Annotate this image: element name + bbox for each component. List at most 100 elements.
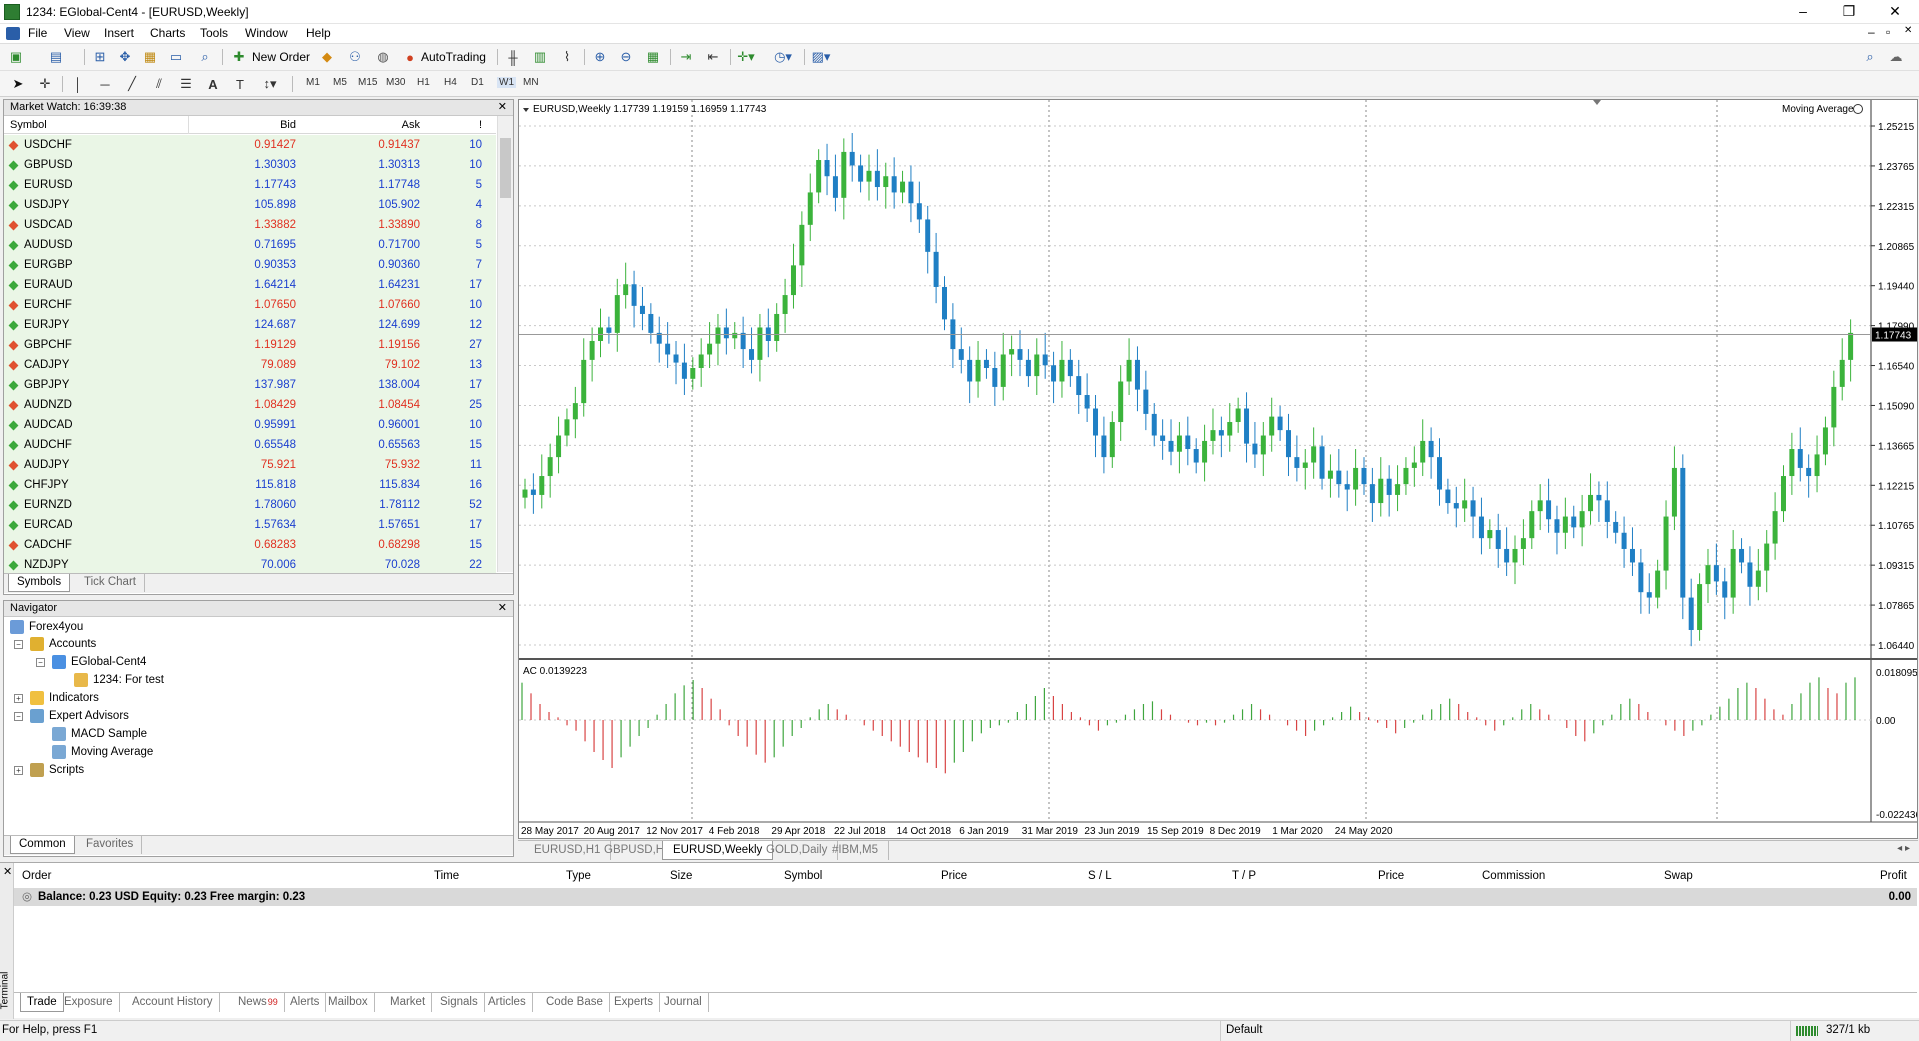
market-watch-row[interactable]: USDJPY 105.898 105.902 4 [4, 195, 496, 215]
terminal-tab[interactable]: Market [384, 993, 433, 1012]
market-watch-row[interactable]: USDCAD 1.33882 1.33890 8 [4, 215, 496, 235]
text-icon[interactable]: A [203, 75, 223, 93]
timeframe-d1[interactable]: D1 [471, 77, 484, 88]
market-watch-row[interactable]: EURUSD 1.17743 1.17748 5 [4, 175, 496, 195]
col-symbol[interactable]: Symbol [784, 870, 822, 882]
data-window-icon[interactable]: ✥ [115, 48, 135, 66]
periods-icon[interactable]: ◷▾ [773, 48, 793, 66]
nav-ea-macd[interactable]: MACD Sample [52, 727, 147, 741]
terminal-close-icon[interactable]: ✕ [3, 865, 12, 878]
navigator-close-icon[interactable]: ✕ [498, 601, 507, 616]
market-watch-row[interactable]: CADCHF 0.68283 0.68298 15 [4, 535, 496, 555]
strategy-tester-icon[interactable]: ⌕ [195, 48, 215, 66]
horizontal-line-icon[interactable]: ─ [95, 75, 115, 93]
timeframe-w1[interactable]: W1 [497, 77, 516, 88]
maximize-button[interactable]: ❐ [1826, 0, 1872, 24]
autotrading-icon[interactable]: ● [400, 48, 420, 66]
menu-insert[interactable]: Insert [104, 26, 134, 40]
terminal-tab[interactable]: Signals [434, 993, 485, 1012]
child-minimize-button[interactable]: – [1868, 25, 1875, 39]
tab-symbols[interactable]: Symbols [8, 574, 71, 592]
market-watch-row[interactable]: EURJPY 124.687 124.699 12 [4, 315, 496, 335]
terminal-tab[interactable]: Experts [608, 993, 660, 1012]
nav-account[interactable]: 1234: For test [74, 673, 164, 687]
market-watch-row[interactable]: EURNZD 1.78060 1.78112 52 [4, 495, 496, 515]
child-close-button[interactable]: ✕ [1904, 25, 1912, 36]
menu-view[interactable]: View [64, 26, 90, 40]
terminal-tab[interactable]: Journal [658, 993, 709, 1012]
chart-tab-scroll-icon[interactable]: ◂ ▸ [1897, 843, 1910, 854]
menu-charts[interactable]: Charts [150, 26, 185, 40]
expand-scripts-icon[interactable]: + [14, 766, 23, 775]
close-button[interactable]: ✕ [1872, 0, 1918, 24]
col-time[interactable]: Time [434, 870, 459, 882]
vertical-line-icon[interactable]: │ [68, 75, 88, 93]
trendline-icon[interactable]: ╱ [122, 75, 142, 93]
chat-icon[interactable]: ☁ [1886, 48, 1906, 66]
col-commission[interactable]: Commission [1482, 870, 1545, 882]
signals-icon[interactable]: ⚇ [345, 48, 365, 66]
timeframe-mn[interactable]: MN [523, 77, 539, 88]
collapse-server-icon[interactable]: − [36, 658, 45, 667]
chart-tab[interactable]: #IBM,M5 [822, 841, 890, 860]
nav-server[interactable]: EGlobal-Cent4 [52, 655, 146, 669]
terminal-tab[interactable]: Articles [482, 993, 533, 1012]
col-order[interactable]: Order [22, 870, 51, 882]
market-watch-row[interactable]: AUDCAD 0.95991 0.96001 10 [4, 415, 496, 435]
terminal-tab[interactable]: Mailbox [322, 993, 375, 1012]
column-symbol[interactable]: Symbol [10, 119, 47, 131]
timeframe-m1[interactable]: M1 [306, 77, 320, 88]
cursor-icon[interactable]: ➤ [8, 75, 28, 93]
new-chart-icon[interactable]: ▣ [6, 48, 26, 66]
market-watch-row[interactable]: NZDJPY 70.006 70.028 22 [4, 555, 496, 575]
market-watch-row[interactable]: AUDUSD 0.71695 0.71700 5 [4, 235, 496, 255]
market-watch-row[interactable]: EURCHF 1.07650 1.07660 10 [4, 295, 496, 315]
terminal-icon[interactable]: ▭ [166, 48, 186, 66]
terminal-tab[interactable]: Account History [126, 993, 220, 1012]
balance-row[interactable]: ◎ Balance: 0.23 USD Equity: 0.23 Free ma… [14, 888, 1917, 906]
collapse-experts-icon[interactable]: − [14, 712, 23, 721]
eurusd-weekly-chart[interactable]: 1.252151.237651.223151.208651.194401.179… [519, 100, 1919, 838]
column-bid[interactable]: Bid [280, 119, 296, 131]
terminal-tab[interactable]: Code Base [540, 993, 610, 1012]
nav-root[interactable]: Forex4you [10, 620, 83, 634]
timeframe-h1[interactable]: H1 [417, 77, 430, 88]
column-spread[interactable]: ! [479, 119, 482, 131]
market-watch-row[interactable]: AUDJPY 75.921 75.932 11 [4, 455, 496, 475]
timeframe-m15[interactable]: M15 [358, 77, 377, 88]
menu-window[interactable]: Window [245, 26, 288, 40]
minimize-button[interactable]: – [1780, 0, 1826, 24]
vps-icon[interactable]: ◍ [373, 48, 393, 66]
fibonacci-icon[interactable]: ☰ [176, 75, 196, 93]
chart-window[interactable]: 1.25215 1.23765 1.22315 1.20865 1.19440 1.179… [518, 99, 1919, 839]
nav-expert-advisors[interactable]: Expert Advisors [30, 709, 129, 723]
candlestick-icon[interactable]: ▥ [530, 48, 550, 66]
market-watch-close-icon[interactable]: ✕ [498, 100, 507, 115]
market-watch-row[interactable]: GBPJPY 137.987 138.004 17 [4, 375, 496, 395]
equidistant-channel-icon[interactable]: ⫽ [149, 75, 169, 93]
terminal-tab[interactable]: News99 [232, 993, 285, 1012]
nav-ea-moving-average[interactable]: Moving Average [52, 745, 153, 759]
profiles-icon[interactable]: ▤ [46, 48, 66, 66]
tab-tick-chart[interactable]: Tick Chart [76, 574, 145, 592]
market-watch-row[interactable]: EURAUD 1.64214 1.64231 17 [4, 275, 496, 295]
navigator-icon[interactable]: ▦ [140, 48, 160, 66]
col-sl[interactable]: S / L [1088, 870, 1112, 882]
timeframe-h4[interactable]: H4 [444, 77, 457, 88]
auto-scroll-icon[interactable]: ⇤ [703, 48, 723, 66]
tab-common[interactable]: Common [10, 836, 75, 854]
market-watch-row[interactable]: GBPCHF 1.19129 1.19156 27 [4, 335, 496, 355]
nav-scripts[interactable]: Scripts [30, 763, 84, 777]
col-price-current[interactable]: Price [1378, 870, 1404, 882]
market-watch-icon[interactable]: ⊞ [90, 48, 110, 66]
chart-shift-icon[interactable]: ⇥ [676, 48, 696, 66]
market-watch-row[interactable]: CADJPY 79.089 79.102 13 [4, 355, 496, 375]
timeframe-m30[interactable]: M30 [386, 77, 405, 88]
col-type[interactable]: Type [566, 870, 591, 882]
child-restore-button[interactable]: ▫ [1886, 25, 1890, 39]
market-watch-row[interactable]: GBPUSD 1.30303 1.30313 10 [4, 155, 496, 175]
col-profit[interactable]: Profit [1880, 870, 1907, 882]
bar-chart-icon[interactable]: ╫ [503, 48, 523, 66]
col-tp[interactable]: T / P [1232, 870, 1256, 882]
market-watch-row[interactable]: CHFJPY 115.818 115.834 16 [4, 475, 496, 495]
